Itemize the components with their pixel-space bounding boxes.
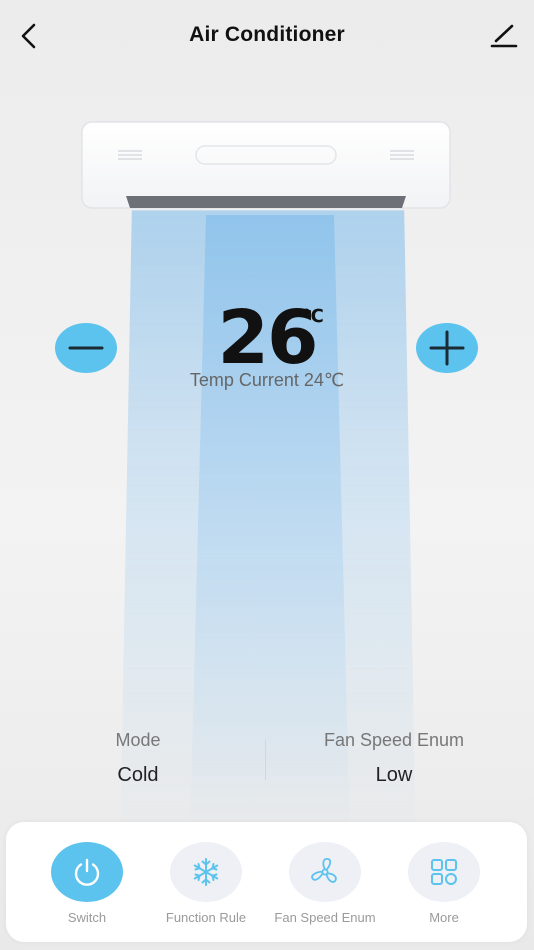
- air-conditioner-illustration: [81, 121, 451, 209]
- mode-info[interactable]: Mode Cold: [38, 730, 238, 787]
- more-circle: [408, 842, 480, 902]
- plus-icon: [429, 330, 465, 366]
- mode-label: Mode: [115, 730, 161, 750]
- fan-speed-enum-circle: [289, 842, 361, 902]
- increase-temperature-button[interactable]: [416, 323, 478, 373]
- mode-value: Cold: [117, 764, 159, 786]
- switch-button[interactable]: Switch: [32, 842, 142, 925]
- grid-icon: [431, 859, 457, 885]
- fan-speed-info[interactable]: Fan Speed Enum Low: [294, 730, 494, 787]
- info-divider: [265, 740, 266, 780]
- edit-button[interactable]: [488, 20, 520, 52]
- fan-speed-enum-button[interactable]: Fan Speed Enum: [270, 842, 380, 925]
- switch-label: Switch: [67, 910, 107, 925]
- snowflake-icon: [193, 858, 219, 886]
- fan-speed-label: Fan Speed Enum: [323, 730, 465, 750]
- pencil-icon: [490, 24, 518, 48]
- bottom-toolbar: Switch Function Rule Fan Speed Enum More: [6, 822, 527, 942]
- more-label: More: [429, 910, 459, 925]
- fan-icon: [311, 858, 337, 883]
- fan-speed-enum-label: Fan Speed Enum: [274, 910, 376, 925]
- switch-circle: [51, 842, 123, 902]
- power-icon: [74, 858, 100, 886]
- minus-icon: [68, 346, 104, 350]
- function-rule-circle: [170, 842, 242, 902]
- function-rule-button[interactable]: Function Rule: [151, 842, 261, 925]
- page-title: Air Conditioner: [189, 23, 345, 46]
- decrease-temperature-button[interactable]: [55, 323, 117, 373]
- header: Air Conditioner: [0, 0, 534, 72]
- temperature-unit: ℃: [302, 306, 324, 326]
- function-rule-label: Function Rule: [165, 910, 247, 925]
- current-temperature: Temp Current 24℃: [189, 370, 345, 390]
- fan-speed-value: Low: [375, 764, 413, 786]
- more-button[interactable]: More: [389, 842, 499, 925]
